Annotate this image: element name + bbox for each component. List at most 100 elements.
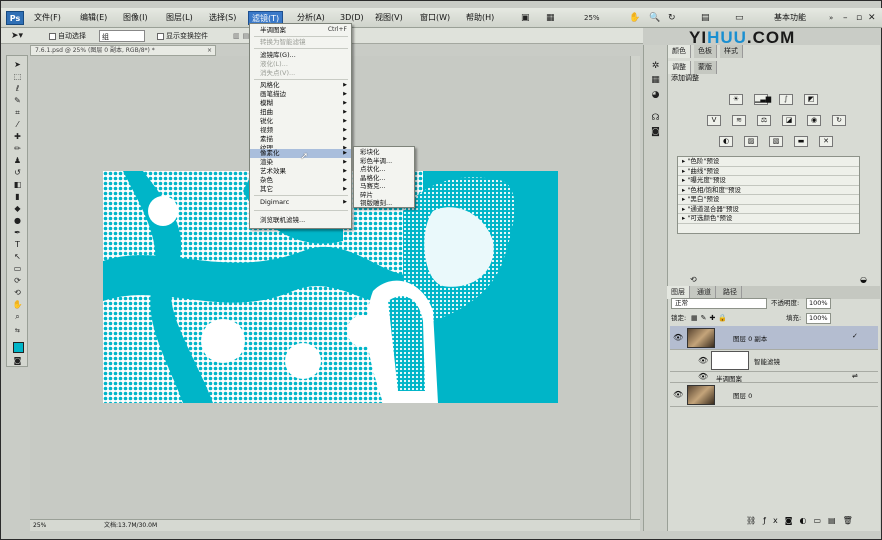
view-extras-icon[interactable]: ▦ (546, 11, 555, 25)
gradient-tool-icon[interactable]: ▮ (9, 192, 26, 202)
history-brush-icon[interactable]: ↺ (9, 168, 26, 178)
menu-item-vanishing-point[interactable]: 消失点(V)... (250, 69, 351, 78)
swap-colors-icon[interactable]: ⇆ (9, 326, 26, 336)
menu-item-liquify[interactable]: 液化(L)... (250, 60, 351, 69)
visibility-eye-icon[interactable]: 👁 (698, 356, 708, 365)
shape-tool-icon[interactable]: ▭ (9, 264, 26, 274)
return-to-list-icon[interactable]: ⟲ (690, 275, 697, 284)
menu-item-video[interactable]: 视频 ▶ (250, 126, 351, 135)
pen-tool-icon[interactable]: ✒ (9, 228, 26, 238)
visibility-eye-icon[interactable]: 👁 (698, 372, 708, 381)
selective-color-icon[interactable]: ✕ (819, 136, 833, 147)
tab-color[interactable]: 颜色 (668, 45, 691, 58)
quick-select-icon[interactable]: ✎ (9, 96, 26, 106)
show-transform-checkbox[interactable]: 显示变换控件 (157, 30, 208, 42)
preset-channel-mixer[interactable]: ▸ "通道混合器"预设 (678, 205, 859, 214)
menu-item-browse-filters-online[interactable]: 浏览联机滤镜... (250, 216, 351, 225)
status-zoom[interactable]: 25% (33, 520, 46, 531)
workspace-switcher[interactable]: 基本功能 (774, 11, 806, 25)
lock-buttons[interactable]: ▦✎✚🔒 (691, 313, 730, 324)
dodge-tool-icon[interactable]: ● (9, 216, 26, 226)
color-panel-icon[interactable]: ✲ (649, 61, 662, 72)
preset-hue-saturation[interactable]: ▸ "色相/饱和度"预设 (678, 186, 859, 195)
menu-item-blur[interactable]: 模糊 ▶ (250, 99, 351, 108)
adjustments-panel-icon[interactable]: ☊ (649, 113, 662, 124)
menu-item-artistic[interactable]: 艺术效果 ▶ (250, 167, 351, 176)
menu-window[interactable]: 窗口(W) (417, 11, 453, 25)
invert-icon[interactable]: ◐ (719, 136, 733, 147)
menu-item-last-filter[interactable]: 半调图案 Ctrl+F (250, 26, 351, 35)
close-icon[interactable]: ✕ (868, 11, 876, 25)
menu-item-other[interactable]: 其它 ▶ (250, 185, 351, 194)
menu-select[interactable]: 选择(S) (206, 11, 239, 25)
document-info[interactable]: 文档:13.7M/30.0M (104, 520, 157, 531)
menu-item-digimarc[interactable]: Digimarc ▶ (250, 198, 351, 207)
foreground-color-swatch[interactable] (13, 342, 24, 353)
submenu-item-crystallize[interactable]: 晶格化... (354, 174, 414, 183)
menu-item-filter-gallery[interactable]: 滤镜库(G)... (250, 51, 351, 60)
layer-row-layer0[interactable]: 👁 图层 0 (670, 383, 878, 407)
crop-tool-icon[interactable]: ⌗ (9, 108, 26, 118)
photo-filter-icon[interactable]: ◉ (807, 115, 821, 126)
gradient-map-icon[interactable]: ▬ (794, 136, 808, 147)
zoom-level-select[interactable]: 25% (584, 11, 600, 25)
levels-icon[interactable]: ▁▃▆ (754, 94, 771, 105)
preset-selective-color[interactable]: ▸ "可选颜色"预设 (678, 214, 859, 224)
menu-view[interactable]: 视图(V) (372, 11, 406, 25)
brush-tool-icon[interactable]: ✏ (9, 144, 26, 154)
hue-saturation-icon[interactable]: ≋ (732, 115, 746, 126)
move-tool-icon[interactable]: ➤ (9, 60, 26, 70)
screen-mode-icon[interactable]: ▭ (735, 11, 744, 25)
eraser-icon[interactable]: ◧ (9, 180, 26, 190)
move-tool-icon[interactable]: ➤▾ (11, 30, 23, 42)
submenu-item-pointillize[interactable]: 点状化... (354, 165, 414, 174)
swatches-panel-icon[interactable]: ▦ (649, 75, 662, 86)
eyedropper-icon[interactable]: ⁄ (9, 120, 26, 130)
curves-icon[interactable]: ∫ (779, 94, 793, 105)
preset-exposure[interactable]: ▸ "曝光度"预设 (678, 176, 859, 186)
tab-styles[interactable]: 样式 (720, 45, 743, 58)
arrange-documents-icon[interactable]: ▤ (701, 11, 710, 25)
filter-options-icon[interactable]: ⇌ (852, 372, 858, 380)
clip-to-layer-icon[interactable]: ◒ (860, 275, 867, 284)
tab-swatches[interactable]: 色板 (694, 45, 717, 58)
auto-select-checkbox[interactable]: 自动选择 (49, 30, 86, 42)
channel-mixer-icon[interactable]: ↻ (832, 115, 846, 126)
submenu-item-mosaic[interactable]: 马赛克... (354, 182, 414, 191)
menu-item-sharpen[interactable]: 锐化 ▶ (250, 117, 351, 126)
menu-item-noise[interactable]: 杂色 ▶ (250, 176, 351, 185)
auto-select-target-select[interactable]: 组 (99, 30, 145, 42)
vertical-scrollbar[interactable] (630, 56, 640, 519)
minimize-icon[interactable]: – (843, 11, 848, 25)
submenu-item-color-halftone[interactable]: 彩色半调... (354, 157, 414, 166)
visibility-eye-icon[interactable]: 👁 (673, 333, 683, 342)
restore-icon[interactable]: ▫ (856, 11, 862, 25)
close-document-icon[interactable]: × (207, 46, 212, 56)
masks-panel-icon[interactable]: ◙ (649, 127, 662, 138)
menu-item-stylize[interactable]: 风格化 ▶ (250, 81, 351, 90)
type-tool-icon[interactable]: T (9, 240, 26, 250)
vibrance-icon[interactable]: V (707, 115, 721, 126)
preset-curves[interactable]: ▸ "曲线"预设 (678, 167, 859, 176)
marquee-tool-icon[interactable]: ⬚ (9, 72, 26, 82)
preset-black-white[interactable]: ▸ "黑白"预设 (678, 195, 859, 205)
3d-rotate-icon[interactable]: ⟳ (9, 276, 26, 286)
menu-item-convert-smart-filters[interactable]: 转换为智能滤镜 (250, 38, 351, 47)
layer-row-layer0-copy[interactable]: 👁 图层 0 副本 ✓ (670, 326, 878, 350)
lasso-tool-icon[interactable]: ℓ (9, 84, 26, 94)
quick-mask-icon[interactable]: ◙ (9, 356, 26, 366)
zoom-tool-icon[interactable]: 🔍 (649, 11, 660, 25)
black-white-icon[interactable]: ◪ (782, 115, 796, 126)
color-balance-icon[interactable]: ⚖ (757, 115, 771, 126)
hand-tool-icon[interactable]: ✋ (629, 11, 640, 25)
layer-row-smart-filters[interactable]: 👁 智能滤镜 (670, 350, 878, 372)
3d-camera-icon[interactable]: ⟲ (9, 288, 26, 298)
document-tab[interactable]: 7.6.1.psd @ 25% (图层 0 副本, RGB/8*) * × (30, 45, 216, 56)
hand-tool-icon[interactable]: ✋ (9, 300, 26, 310)
posterize-icon[interactable]: ▨ (744, 136, 758, 147)
submenu-item-mezzotint[interactable]: 铜版雕刻... (354, 199, 414, 208)
menu-item-brush-strokes[interactable]: 画笔描边 ▶ (250, 90, 351, 99)
submenu-item-facet[interactable]: 彩块化 (354, 148, 414, 157)
clone-stamp-icon[interactable]: ♟ (9, 156, 26, 166)
submenu-item-fragment[interactable]: 碎片 (354, 191, 414, 200)
